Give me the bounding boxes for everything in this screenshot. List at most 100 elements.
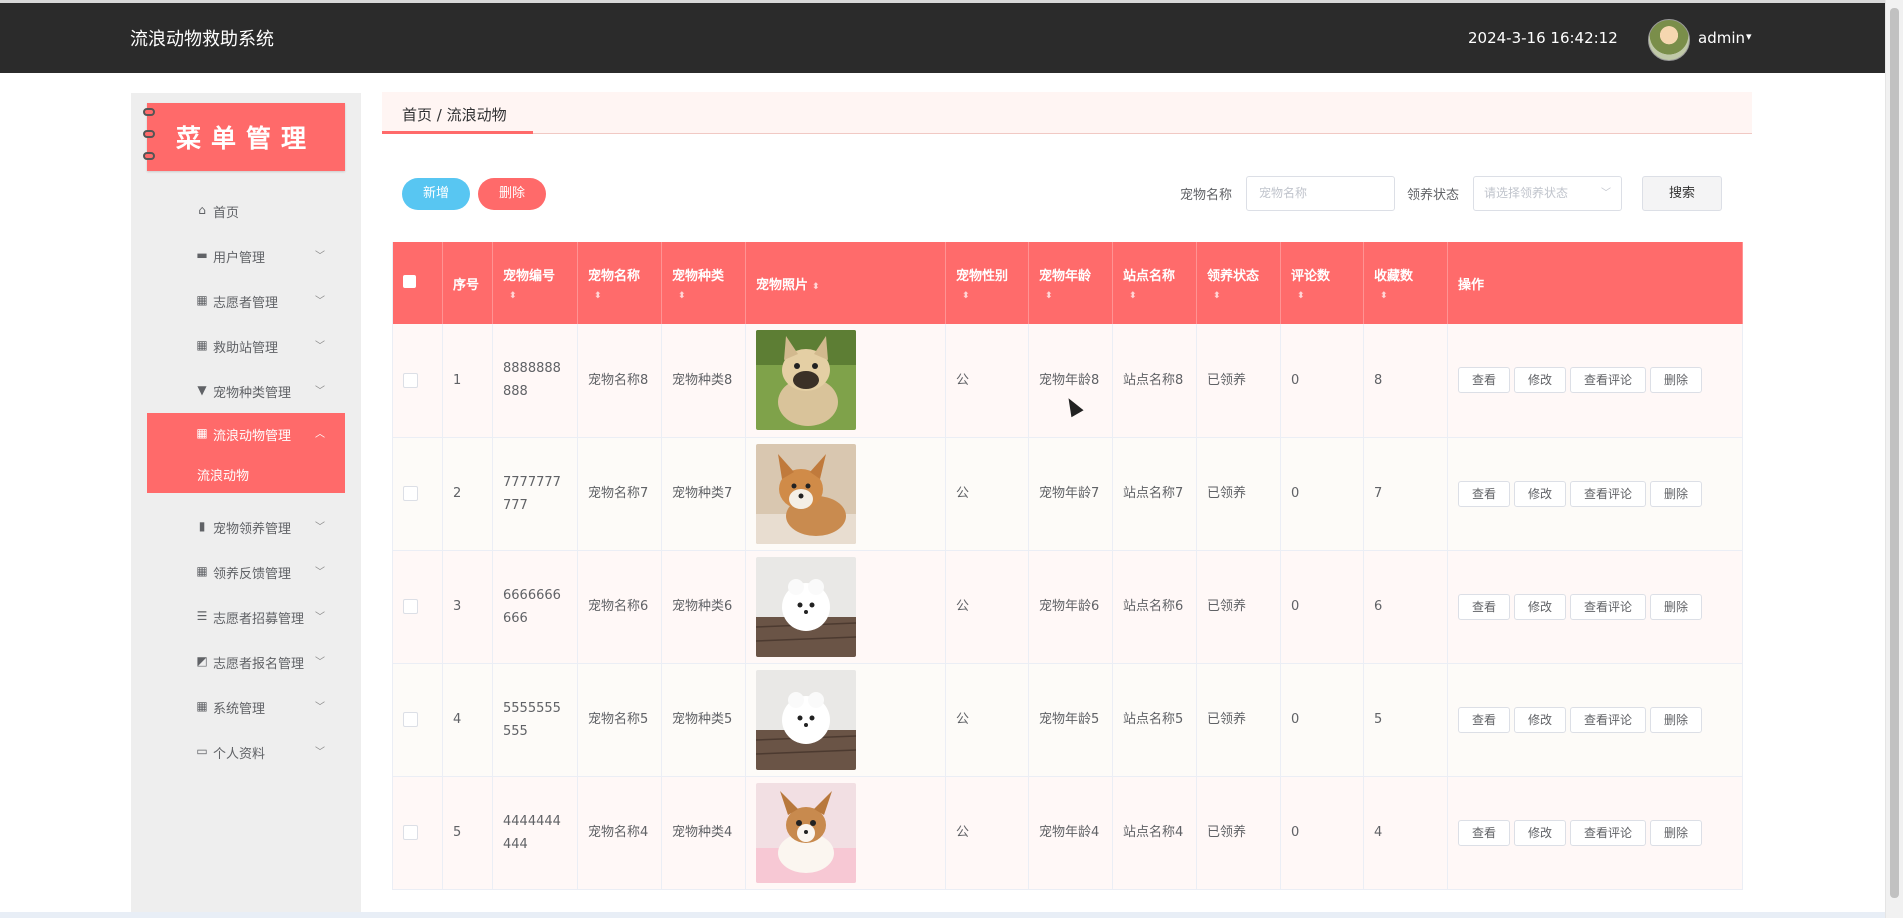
- edit-button[interactable]: 修改: [1514, 593, 1567, 620]
- sidebar-item[interactable]: ▼ 宠物种类管理 ﹀: [147, 370, 345, 410]
- sort-icon[interactable]: ⬍: [1045, 292, 1102, 301]
- row-checkbox[interactable]: [403, 372, 418, 388]
- sidebar-item[interactable]: ▦ 志愿者管理 ﹀: [147, 280, 345, 320]
- row-actions: 查看 修改 查看评论 删除: [1447, 776, 1743, 890]
- column-header[interactable]: 宠物性别 ⬍: [945, 242, 1029, 324]
- sort-icon[interactable]: ⬍: [594, 292, 651, 301]
- column-header[interactable]: 评论数 ⬍: [1280, 242, 1364, 324]
- sidebar-item[interactable]: ☰ 志愿者招募管理 ﹀: [147, 596, 345, 636]
- sidebar-item[interactable]: ▭ 个人资料 ﹀: [147, 731, 345, 771]
- white-pomeranian-photo[interactable]: [756, 669, 856, 770]
- sidebar-item[interactable]: ⌂ 首页: [147, 190, 345, 230]
- binder-rings-icon: [143, 106, 157, 166]
- profile-card-icon: ▭: [196, 744, 208, 758]
- sort-icon[interactable]: ⬍: [962, 292, 1018, 301]
- sidebar-item-label: 志愿者报名管理: [213, 657, 305, 672]
- avatar[interactable]: [1648, 19, 1690, 61]
- view-comments-button[interactable]: 查看评论: [1570, 593, 1647, 620]
- top-bar: 流浪动物救助系统 2024-3-16 16:42:12 admin ▾: [0, 0, 1885, 73]
- sidebar-subitem-stray-animals[interactable]: 流浪动物: [147, 453, 345, 493]
- column-header[interactable]: 站点名称 ⬍: [1112, 242, 1197, 324]
- user-name[interactable]: admin: [1698, 29, 1745, 47]
- delete-button[interactable]: 删除: [1650, 593, 1703, 620]
- pet-gender: 公: [945, 437, 1029, 551]
- user-dropdown-icon[interactable]: ▾: [1746, 30, 1752, 43]
- column-header-label: 宠物照片: [756, 277, 809, 293]
- edit-button[interactable]: 修改: [1514, 819, 1567, 846]
- table-row[interactable]: 1 8888888888 宠物名称8 宠物种类8 公宠物年龄8 站点名称8 已领养 0 8 查看修…: [392, 324, 1743, 438]
- adopt-status-select[interactable]: 请选择领养状态 ﹀: [1473, 176, 1622, 211]
- pet-name-input[interactable]: 宠物名称: [1246, 176, 1395, 211]
- sidebar-item[interactable]: ▦ 流浪动物管理 ︿: [147, 413, 345, 453]
- batch-delete-button[interactable]: 删除: [478, 178, 546, 210]
- row-checkbox[interactable]: [403, 712, 418, 727]
- view-comments-button[interactable]: 查看评论: [1570, 706, 1647, 733]
- column-header[interactable]: 宠物种类 ⬍: [661, 242, 746, 324]
- column-header[interactable]: 宠物编号 ⬍: [492, 242, 578, 324]
- view-comments-button[interactable]: 查看评论: [1570, 819, 1647, 846]
- sort-icon[interactable]: ⬍: [1380, 292, 1437, 301]
- column-header[interactable]: 收藏数 ⬍: [1363, 242, 1448, 324]
- sidebar-item[interactable]: ◩ 志愿者报名管理 ﹀: [147, 641, 345, 681]
- view-button[interactable]: 查看: [1458, 819, 1511, 846]
- view-button[interactable]: 查看: [1458, 480, 1511, 507]
- delete-button[interactable]: 删除: [1650, 819, 1703, 846]
- column-header[interactable]: 领养状态 ⬍: [1196, 242, 1281, 324]
- favorite-count: 7: [1363, 437, 1448, 551]
- sort-icon[interactable]: ⬍: [678, 292, 735, 301]
- corgi-puppy-photo[interactable]: [756, 443, 856, 544]
- edit-button[interactable]: 修改: [1514, 706, 1567, 733]
- sidebar-item[interactable]: ▦ 系统管理 ﹀: [147, 686, 345, 726]
- scrollbar-thumb[interactable]: [1890, 8, 1899, 898]
- sidebar-item[interactable]: ▦ 救助站管理 ﹀: [147, 325, 345, 365]
- select-all-checkbox[interactable]: [403, 274, 416, 288]
- row-actions: 查看 修改 查看评论 删除: [1447, 324, 1743, 438]
- french-bulldog-photo[interactable]: [756, 330, 856, 431]
- table-row[interactable]: 3 6666666666 宠物名称6 宠物种类6 公宠物年龄6 站点名称6 已领养 0 6 查看修…: [392, 550, 1743, 664]
- row-checkbox[interactable]: [403, 486, 418, 501]
- row-index: 2: [442, 437, 493, 551]
- edit-button[interactable]: 修改: [1514, 480, 1567, 507]
- row-checkbox[interactable]: [403, 599, 418, 614]
- pet-gender: 公: [945, 663, 1029, 777]
- delete-button[interactable]: 删除: [1650, 367, 1703, 394]
- table-row[interactable]: 5 4444444444 宠物名称4 宠物种类4 公宠物年龄4 站点名称4 已领养 0 4 查看修…: [392, 776, 1743, 890]
- sort-icon[interactable]: ⬍: [1213, 292, 1270, 301]
- delete-button[interactable]: 删除: [1650, 706, 1703, 733]
- row-index: 3: [442, 550, 493, 664]
- table-row[interactable]: 4 5555555555 宠物名称5 宠物种类5 公宠物年龄5 站点名称5 已领养 0 5 查看修…: [392, 663, 1743, 777]
- sidebar-item[interactable]: ▬ 用户管理 ﹀: [147, 235, 345, 275]
- column-header[interactable]: 宠物名称 ⬍: [577, 242, 662, 324]
- column-header-label: 宠物种类: [672, 269, 725, 284]
- chihuahua-puppy-photo[interactable]: [756, 782, 856, 883]
- sidebar-item[interactable]: ▦ 领养反馈管理 ﹀: [147, 551, 345, 591]
- page-scrollbar[interactable]: [1885, 0, 1903, 918]
- view-button[interactable]: 查看: [1458, 706, 1511, 733]
- adopt-status: 已领养: [1196, 663, 1281, 777]
- favorite-count: 8: [1363, 324, 1448, 438]
- sort-icon[interactable]: ⬍: [812, 282, 820, 292]
- white-pomeranian-photo[interactable]: [756, 556, 856, 657]
- add-button[interactable]: 新增: [402, 178, 470, 210]
- breadcrumb[interactable]: 首页 / 流浪动物: [402, 104, 507, 125]
- sort-icon[interactable]: ⬍: [1297, 292, 1353, 301]
- pet-age: 宠物年龄7: [1028, 437, 1113, 551]
- sidebar-item[interactable]: ▮ 宠物领养管理 ﹀: [147, 506, 345, 546]
- view-button[interactable]: 查看: [1458, 593, 1511, 620]
- delete-button[interactable]: 删除: [1650, 480, 1703, 507]
- pet-age: 宠物年龄4: [1028, 776, 1113, 890]
- view-button[interactable]: 查看: [1458, 367, 1511, 394]
- view-comments-button[interactable]: 查看评论: [1570, 367, 1647, 394]
- briefcase-icon: ▬: [196, 248, 208, 262]
- column-header[interactable]: 宠物年龄 ⬍: [1028, 242, 1113, 324]
- column-header[interactable]: 宠物照片 ⬍: [745, 242, 946, 324]
- sidebar-item-label: 救助站管理: [213, 341, 279, 356]
- sort-icon[interactable]: ⬍: [1129, 292, 1186, 301]
- pet-kind: 宠物种类8: [661, 324, 746, 438]
- view-comments-button[interactable]: 查看评论: [1570, 480, 1647, 507]
- sort-icon[interactable]: ⬍: [509, 292, 567, 301]
- table-row[interactable]: 2 7777777777 宠物名称7 宠物种类7 公宠物年龄7 站点名称7 已领养 0 7 查看修…: [392, 437, 1743, 551]
- edit-button[interactable]: 修改: [1514, 367, 1567, 394]
- row-checkbox[interactable]: [403, 825, 418, 840]
- search-button[interactable]: 搜索: [1642, 176, 1722, 211]
